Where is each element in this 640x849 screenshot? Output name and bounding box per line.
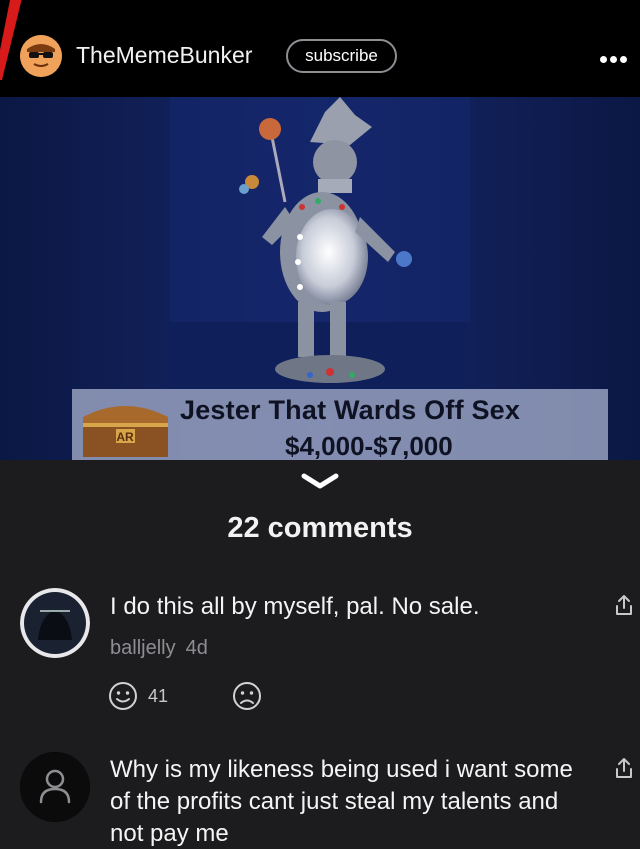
treasure-chest-icon: AR: [83, 406, 168, 457]
chevron-down-icon[interactable]: [300, 466, 340, 496]
frown-icon: [233, 682, 261, 710]
comment-item: I do this all by myself, pal. No sale. b…: [0, 585, 640, 725]
comment-item: Why is my likeness being used i want som…: [0, 750, 640, 849]
commenter-avatar[interactable]: [20, 588, 90, 658]
like-count: 41: [148, 685, 169, 706]
svg-text:AR: AR: [116, 430, 134, 444]
red-accent-stripe: [0, 0, 22, 80]
comment-time: 4d: [185, 637, 208, 659]
post-header: TheMemeBunker subscribe: [0, 0, 640, 97]
comment-count: 22 comments: [227, 512, 413, 544]
post-image[interactable]: AR Jester That Wards Off Sex $4,000-$7,0…: [0, 97, 640, 460]
share-icon[interactable]: [614, 756, 634, 780]
channel-avatar[interactable]: [20, 35, 62, 77]
subscribe-button[interactable]: subscribe: [286, 39, 397, 73]
dislike-reaction[interactable]: [232, 680, 262, 712]
channel-name[interactable]: TheMemeBunker: [76, 42, 252, 69]
comment-meta: balljelly 4d: [110, 637, 208, 660]
commenter-avatar[interactable]: [20, 752, 90, 822]
user-avatar-icon: [20, 588, 90, 658]
sunglasses-face-icon: [20, 35, 62, 77]
comment-author[interactable]: balljelly: [110, 637, 176, 659]
caption-title: Jester That Wards Off Sex: [180, 395, 521, 425]
like-reaction[interactable]: 41: [108, 680, 168, 712]
more-dots-icon[interactable]: [600, 50, 636, 64]
share-icon[interactable]: [614, 593, 634, 617]
caption-price: $4,000-$7,000: [285, 431, 453, 460]
comment-text: I do this all by myself, pal. No sale.: [110, 593, 480, 620]
default-user-icon: [20, 752, 90, 822]
comment-text: Why is my likeness being used i want som…: [110, 756, 573, 847]
smile-icon: [109, 682, 137, 710]
